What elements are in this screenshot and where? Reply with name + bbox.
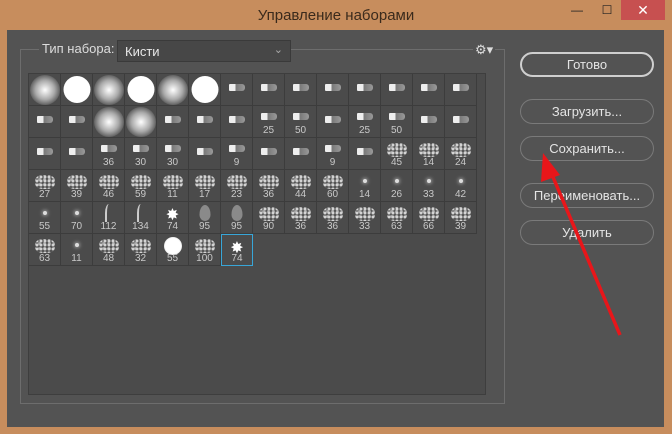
annotation-arrow [541, 153, 622, 336]
arrow-shaft [548, 169, 622, 336]
arrow-head [541, 153, 560, 182]
